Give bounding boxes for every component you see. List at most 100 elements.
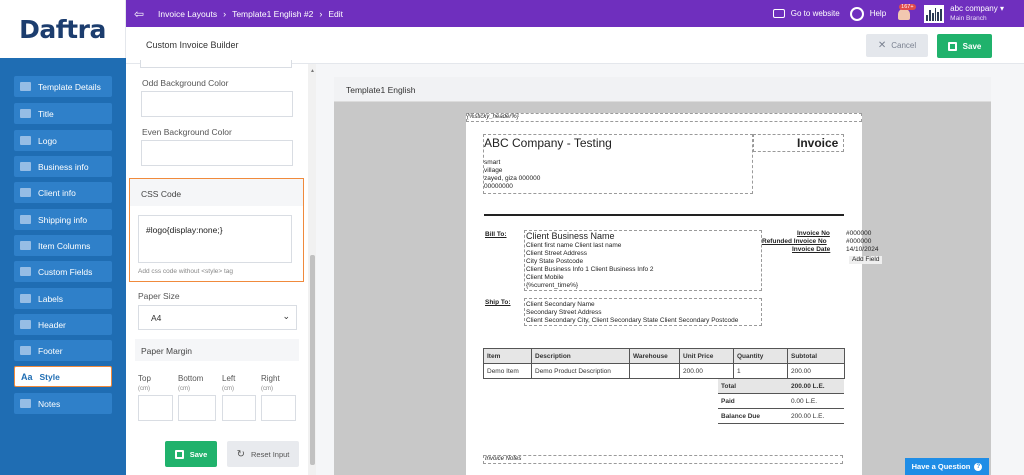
margin-label: Right xyxy=(261,374,280,383)
invoice-notes-block[interactable] xyxy=(483,455,843,464)
back-arrow-icon[interactable]: ⇦ xyxy=(126,7,152,21)
sidebar-item-style[interactable]: Aa Style xyxy=(14,366,112,387)
even-background-label: Even Background Color xyxy=(142,127,232,137)
margin-top-label: Top (cm) xyxy=(138,374,151,394)
list-icon xyxy=(20,241,31,250)
client-line: City State Postcode xyxy=(526,258,584,265)
header-icon xyxy=(20,320,31,329)
client-line: {%current_time%} xyxy=(526,282,579,289)
address-line: village xyxy=(484,167,503,174)
address-line: smart xyxy=(484,159,501,166)
margin-right-input[interactable] xyxy=(261,395,296,421)
sidebar-item-footer[interactable]: Footer xyxy=(14,340,112,361)
chevron-right-icon: › xyxy=(223,8,227,19)
invoice-no-label: Invoice No xyxy=(797,230,830,237)
sidebar-item-business-info[interactable]: Business info xyxy=(14,156,112,177)
paid-row: Paid 0.00 L.E. xyxy=(718,393,844,409)
column-header: Quantity xyxy=(733,348,788,364)
reset-input-button[interactable]: ↻ Reset Input xyxy=(227,441,299,467)
notes-icon xyxy=(20,399,31,408)
total-row: Total 200.00 L.E. xyxy=(718,378,844,394)
margin-bottom-input[interactable] xyxy=(178,395,216,421)
sidebar-item-header[interactable]: Header xyxy=(14,314,112,335)
css-code-textarea[interactable]: #logo{display:none;} xyxy=(138,215,292,263)
close-icon: ✕ xyxy=(877,40,887,51)
have-a-question-button[interactable]: Have a Question? xyxy=(905,458,989,475)
table-header-row: Item Description Warehouse Unit Price Qu… xyxy=(483,348,845,364)
sidebar-item-label: Labels xyxy=(38,293,64,304)
go-to-website-label: Go to website xyxy=(790,9,840,18)
margin-unit: (cm) xyxy=(261,386,273,392)
css-code-hint: Add css code without <style> tag xyxy=(138,268,234,275)
branch-name: Main Branch xyxy=(950,15,987,22)
margin-top-input[interactable] xyxy=(138,395,173,421)
balance-due-row: Balance Due 200.00 L.E. xyxy=(718,408,844,424)
sidebar-item-label: Footer xyxy=(38,345,63,356)
help-link[interactable]: Help xyxy=(849,6,887,21)
sidebar-item-label: Logo xyxy=(38,135,57,146)
save-button[interactable]: Save xyxy=(937,34,992,58)
margin-label: Top xyxy=(138,374,151,383)
odd-background-input[interactable] xyxy=(141,91,293,117)
notifications-bell-icon[interactable]: 167+ xyxy=(896,3,916,23)
refunded-invoice-no-value: #000000 xyxy=(846,238,872,245)
column-header: Description xyxy=(531,348,630,364)
go-to-website-link[interactable]: Go to website xyxy=(772,9,840,18)
margin-label: Left xyxy=(222,374,236,383)
bell-shape xyxy=(898,8,911,20)
cancel-button[interactable]: ✕ Cancel xyxy=(866,34,928,57)
column-header: Subtotal xyxy=(787,348,845,364)
margin-label: Bottom xyxy=(178,374,204,383)
margin-left-input[interactable] xyxy=(222,395,256,421)
paper-size-select[interactable]: A4 ⌄ xyxy=(138,305,297,330)
sidebar-item-label: Item Columns xyxy=(38,240,91,251)
breadcrumb-template[interactable]: Template1 English #2 xyxy=(232,9,313,19)
sidebar-item-label: Business info xyxy=(38,161,89,172)
brand-logo[interactable]: Daftra xyxy=(0,0,126,58)
notification-count-badge: 167+ xyxy=(899,3,916,10)
sidebar-item-template-details[interactable]: Template Details xyxy=(14,76,112,97)
scrollbar-thumb[interactable] xyxy=(310,255,315,465)
sidebar-item-label: Custom Fields xyxy=(38,266,93,277)
total-value: 200.00 L.E. xyxy=(788,378,844,394)
previous-field-input[interactable] xyxy=(140,60,292,68)
add-field-button[interactable]: Add Field xyxy=(849,256,883,264)
question-icon: ? xyxy=(974,462,983,471)
sidebar-item-custom-fields[interactable]: Custom Fields xyxy=(14,261,112,282)
account-menu[interactable]: abc company ▾ Main Branch xyxy=(924,4,1004,23)
ship-line: Client Secondary Name xyxy=(526,301,595,308)
total-label: Total xyxy=(718,378,788,394)
invoice-date-value: 14/10/2024 xyxy=(846,246,879,253)
table-cell: 1 xyxy=(733,363,788,379)
company-info: abc company ▾ Main Branch xyxy=(950,4,1004,22)
scroll-up-icon[interactable]: ▲ xyxy=(310,68,315,74)
paid-value: 0.00 L.E. xyxy=(788,393,844,409)
margin-unit: (cm) xyxy=(222,386,234,392)
header-divider xyxy=(484,214,844,216)
have-a-question-label: Have a Question xyxy=(911,462,971,471)
sidebar-item-item-columns[interactable]: Item Columns xyxy=(14,235,112,256)
table-row: Demo Item Demo Product Description 200.0… xyxy=(483,363,845,379)
sidebar-item-label: Header xyxy=(38,319,66,330)
sidebar-item-notes[interactable]: Notes xyxy=(14,393,112,414)
sidebar-item-shipping-info[interactable]: Shipping info xyxy=(14,209,112,230)
sidebar-item-labels[interactable]: Labels xyxy=(14,288,112,309)
brand-logo-text: Daftra xyxy=(19,14,106,44)
paper-size-value: A4 xyxy=(151,313,162,323)
sidebar-item-logo[interactable]: Logo xyxy=(14,130,112,151)
balance-due-value: 200.00 L.E. xyxy=(788,408,844,424)
table-cell: 200.00 xyxy=(679,363,734,379)
page-title: Custom Invoice Builder xyxy=(146,40,239,50)
panel-save-button[interactable]: Save xyxy=(165,441,217,467)
sidebar-item-client-info[interactable]: Client info xyxy=(14,182,112,203)
sidebar-item-title[interactable]: Title xyxy=(14,103,112,124)
help-label: Help xyxy=(869,9,887,18)
even-background-input[interactable] xyxy=(141,140,293,166)
preview-title: Template1 English xyxy=(334,77,991,102)
client-business-name: Client Business Name xyxy=(526,231,615,241)
breadcrumb-invoice-layouts[interactable]: Invoice Layouts xyxy=(158,9,217,19)
sticky-header-block[interactable] xyxy=(466,113,862,122)
help-icon xyxy=(849,6,864,21)
chevron-down-icon: ⌄ xyxy=(282,311,290,321)
column-header: Unit Price xyxy=(679,348,734,364)
